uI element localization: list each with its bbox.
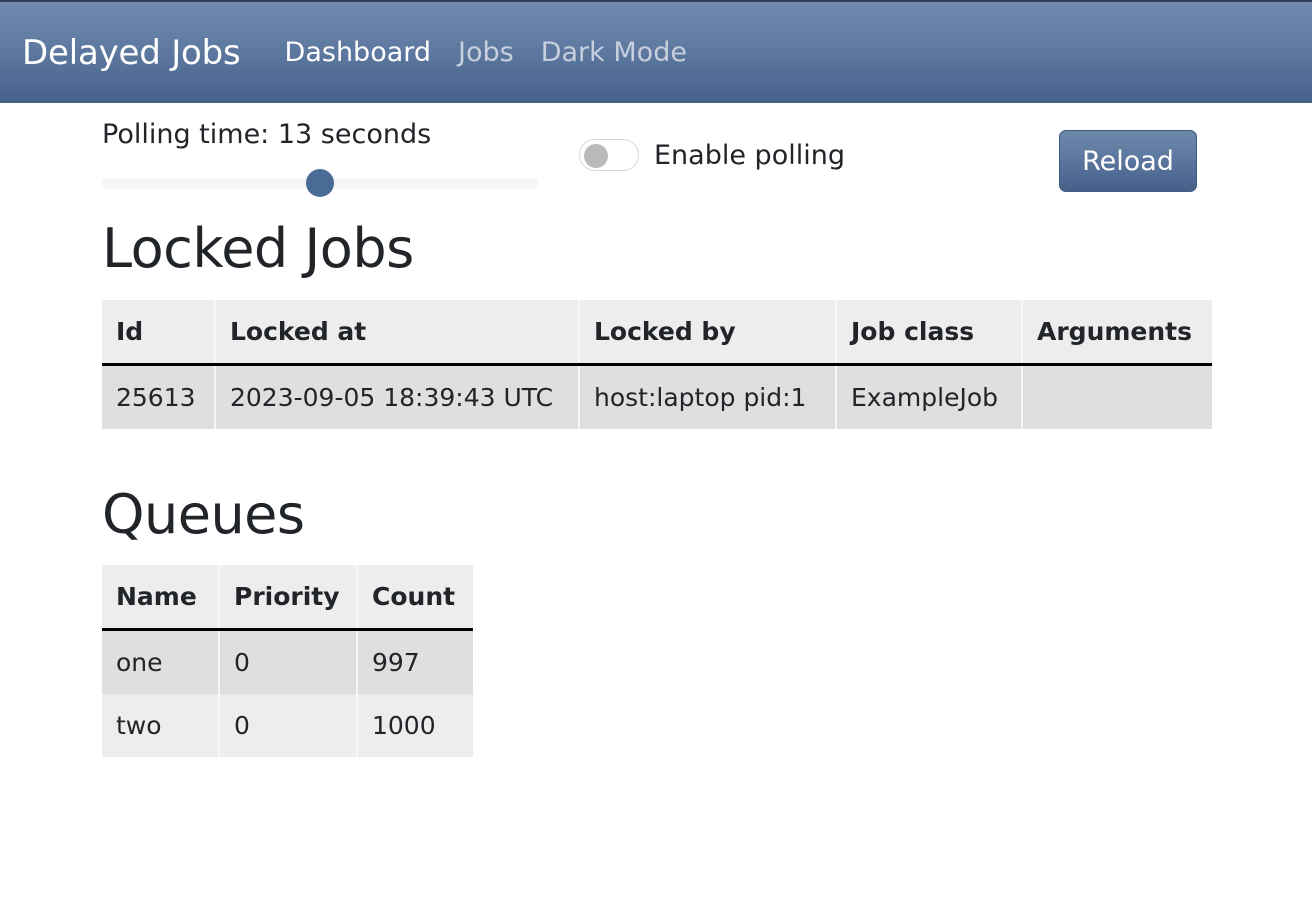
reload-button[interactable]: Reload	[1059, 130, 1197, 192]
column-header-job-class: Job class	[836, 299, 1023, 366]
cell-queue-count: 997	[357, 629, 473, 695]
table-row[interactable]: 25613 2023-09-05 18:39:43 UTC host:lapto…	[102, 364, 1212, 429]
table-header-row: Id Locked at Locked by Job class Argumen…	[102, 299, 1212, 366]
nav-links: Dashboard Jobs Dark Mode	[285, 39, 687, 66]
cell-queue-count: 1000	[357, 694, 473, 758]
column-header-locked-by: Locked by	[579, 299, 837, 366]
nav-link-jobs[interactable]: Jobs	[458, 39, 514, 66]
cell-queue-name: two	[102, 694, 220, 758]
column-header-locked-at: Locked at	[215, 299, 580, 366]
cell-queue-priority: 0	[219, 629, 358, 695]
locked-jobs-title: Locked Jobs	[102, 217, 414, 280]
table-header-row: Name Priority Count	[102, 565, 473, 632]
enable-polling-group: Enable polling	[579, 139, 845, 171]
table-row[interactable]: one 0 997	[102, 629, 473, 695]
cell-arguments	[1022, 364, 1212, 429]
column-header-priority: Priority	[219, 565, 358, 632]
enable-polling-toggle[interactable]	[579, 139, 639, 171]
locked-jobs-table: Id Locked at Locked by Job class Argumen…	[102, 299, 1212, 429]
queues-title: Queues	[102, 482, 305, 546]
column-header-name: Name	[102, 565, 220, 632]
cell-queue-name: one	[102, 629, 220, 695]
column-header-count: Count	[357, 565, 473, 632]
column-header-id: Id	[102, 299, 216, 366]
table-row[interactable]: two 0 1000	[102, 694, 473, 758]
queues-table: Name Priority Count one 0 997 two 0 1000	[102, 565, 473, 758]
nav-link-dark-mode[interactable]: Dark Mode	[541, 39, 687, 66]
nav-link-dashboard[interactable]: Dashboard	[285, 39, 431, 66]
navbar: Delayed Jobs Dashboard Jobs Dark Mode	[0, 0, 1312, 103]
brand-title[interactable]: Delayed Jobs	[22, 36, 241, 70]
slider-thumb[interactable]	[306, 169, 334, 197]
cell-locked-by: host:laptop pid:1	[579, 364, 837, 429]
main-content: Polling time: 13 seconds Enable polling …	[0, 103, 1312, 758]
column-header-arguments: Arguments	[1022, 299, 1212, 366]
cell-id: 25613	[102, 364, 216, 429]
polling-time-slider[interactable]	[102, 169, 538, 197]
enable-polling-label: Enable polling	[654, 139, 845, 171]
toggle-knob	[584, 144, 608, 168]
cell-job-class: ExampleJob	[836, 364, 1023, 429]
cell-queue-priority: 0	[219, 694, 358, 758]
cell-locked-at: 2023-09-05 18:39:43 UTC	[215, 364, 580, 429]
polling-controls: Polling time: 13 seconds Enable polling …	[102, 103, 1312, 203]
